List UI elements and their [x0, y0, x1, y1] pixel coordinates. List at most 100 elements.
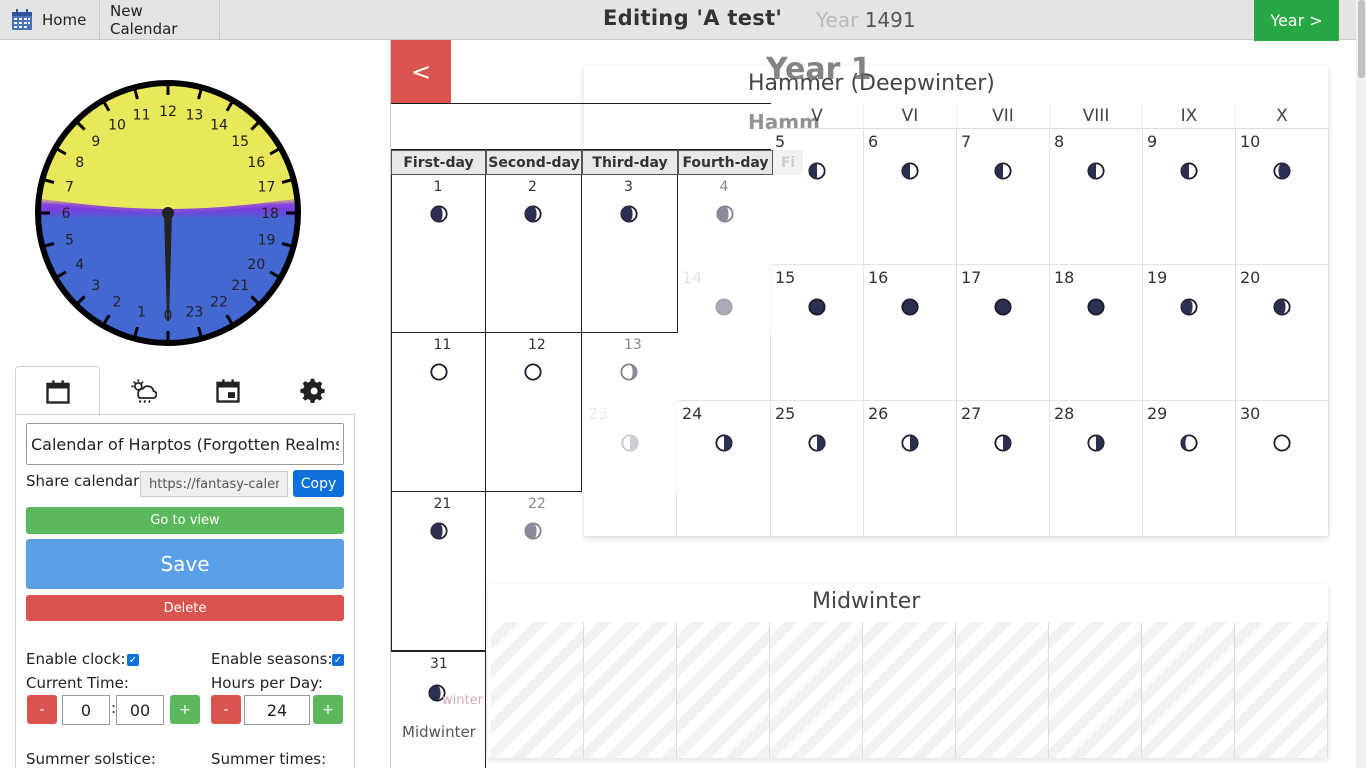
go-to-view-button[interactable]: Go to view	[26, 507, 344, 534]
home-label: Home	[42, 10, 87, 29]
home-link[interactable]: Home	[0, 0, 100, 39]
moon-phase-icon	[715, 434, 733, 452]
tab-calendar[interactable]	[15, 366, 100, 416]
minute-input[interactable]: 00	[116, 695, 164, 725]
weather-icon	[130, 379, 157, 404]
day-number: 1	[433, 179, 443, 195]
summer-solstice-label: Summer solstice:	[26, 750, 156, 768]
day-cell-31[interactable]: 31	[391, 651, 486, 768]
day-cell[interactable]: 17	[957, 265, 1050, 401]
day-cell[interactable]: 4	[678, 175, 773, 333]
copy-button[interactable]: Copy	[293, 470, 344, 497]
day-cell[interactable]: 9	[1143, 129, 1236, 265]
weekday-header: Fi	[773, 150, 803, 175]
tab-events[interactable]	[185, 366, 270, 416]
day-number: 8	[1054, 132, 1065, 151]
day-clock: 01234567891011121314151617181920212223	[30, 75, 306, 351]
day-cell[interactable]: 24	[678, 401, 771, 537]
day-number: 5	[775, 132, 786, 151]
page-title: Editing 'A test'	[603, 6, 783, 30]
day-number: 26	[868, 404, 889, 423]
moon-phase-icon	[808, 162, 826, 180]
day-number: 19	[1147, 268, 1168, 287]
day-cell[interactable]: 12	[486, 333, 582, 492]
day-cell[interactable]: 26	[864, 401, 957, 537]
day-cell[interactable]: 27	[957, 401, 1050, 537]
calendar-name-input[interactable]	[26, 423, 344, 465]
blocked-day-cell	[956, 622, 1049, 758]
day-number: 15	[775, 268, 796, 287]
enable-seasons-checkbox[interactable]: ✓	[332, 654, 344, 666]
clock-number: 21	[231, 278, 249, 294]
hours-per-day-increment-button[interactable]: +	[313, 695, 343, 724]
clock-number: 2	[113, 294, 122, 310]
day-cell[interactable]: 15	[771, 265, 864, 401]
day-cell[interactable]: 20	[1236, 265, 1329, 401]
day-number: 13	[624, 337, 642, 353]
calendar-icon	[45, 379, 70, 404]
weekday-header: Third-day	[582, 150, 678, 175]
delete-button[interactable]: Delete	[26, 595, 344, 621]
moon-phase-icon	[429, 522, 448, 540]
tab-settings[interactable]	[270, 366, 355, 416]
moon-phase-icon	[901, 298, 919, 316]
midwinter-label: Midwinter	[402, 723, 476, 741]
clock-number: 20	[247, 257, 265, 273]
hours-per-day-input[interactable]: 24	[244, 695, 310, 725]
day-number: 31	[430, 656, 448, 672]
day-number: 17	[961, 268, 982, 287]
day-cell[interactable]: 10	[1236, 129, 1329, 265]
day-cell[interactable]: 28	[1050, 401, 1143, 537]
weekday-header: V	[771, 103, 864, 129]
hour-input[interactable]: 0	[62, 695, 110, 725]
day-cell[interactable]: 1	[391, 175, 486, 333]
day-number: 25	[775, 404, 796, 423]
hour-decrement-button[interactable]: -	[27, 695, 57, 724]
day-cell[interactable]: 8	[1050, 129, 1143, 265]
clock-number: 19	[258, 232, 276, 248]
day-cell[interactable]: 6	[864, 129, 957, 265]
hours-per-day-decrement-button[interactable]: -	[211, 695, 241, 724]
day-cell[interactable]: 16	[864, 265, 957, 401]
previous-year-button[interactable]: <	[391, 40, 451, 103]
moon-phase-icon	[620, 363, 638, 381]
clock-number: 11	[133, 107, 151, 123]
scrollbar-thumb[interactable]	[1358, 0, 1365, 78]
day-cell[interactable]: 18	[1050, 265, 1143, 401]
weekday-header: VII	[957, 103, 1050, 129]
weekday-header: IX	[1143, 103, 1236, 129]
day-number: 22	[528, 496, 546, 512]
clock-number: 9	[91, 134, 100, 150]
day-cell[interactable]: 7	[957, 129, 1050, 265]
year-prefix: Year	[816, 8, 865, 32]
midwinter-ghost-label: winter	[442, 693, 483, 708]
enable-clock-checkbox[interactable]: ✓	[127, 654, 139, 666]
new-calendar-link[interactable]: New Calendar	[100, 0, 220, 39]
day-cell[interactable]: 30	[1236, 401, 1329, 537]
day-cell[interactable]: 13	[582, 333, 678, 492]
scrollbar-track[interactable]	[1356, 0, 1366, 768]
day-cell[interactable]: 11	[391, 333, 486, 492]
tab-weather[interactable]	[100, 366, 185, 416]
calendar-icon	[12, 8, 32, 30]
hour-increment-button[interactable]: +	[170, 695, 200, 724]
day-cell[interactable]: 2	[486, 175, 582, 333]
moon-phase-icon	[808, 298, 826, 316]
save-button[interactable]: Save	[26, 539, 344, 589]
day-cell[interactable]: 25	[771, 401, 864, 537]
moon-phase-icon	[1087, 298, 1105, 316]
moon-phase-icon	[524, 522, 542, 540]
clock-number: 14	[210, 118, 228, 134]
day-cell[interactable]: 29	[1143, 401, 1236, 537]
moon-phase-icon	[524, 363, 542, 381]
day-cell[interactable]: 19	[1143, 265, 1236, 401]
share-url-field[interactable]	[140, 471, 288, 497]
next-year-button[interactable]: Year >	[1254, 0, 1339, 41]
moon-phase-icon	[1087, 434, 1105, 452]
clock-center	[162, 207, 174, 219]
day-number: 27	[961, 404, 982, 423]
clock-number: 1	[137, 305, 146, 321]
day-cell[interactable]: 3	[582, 175, 678, 333]
day-cell[interactable]: 21	[391, 492, 486, 651]
blocked-day-cell	[1049, 622, 1142, 758]
